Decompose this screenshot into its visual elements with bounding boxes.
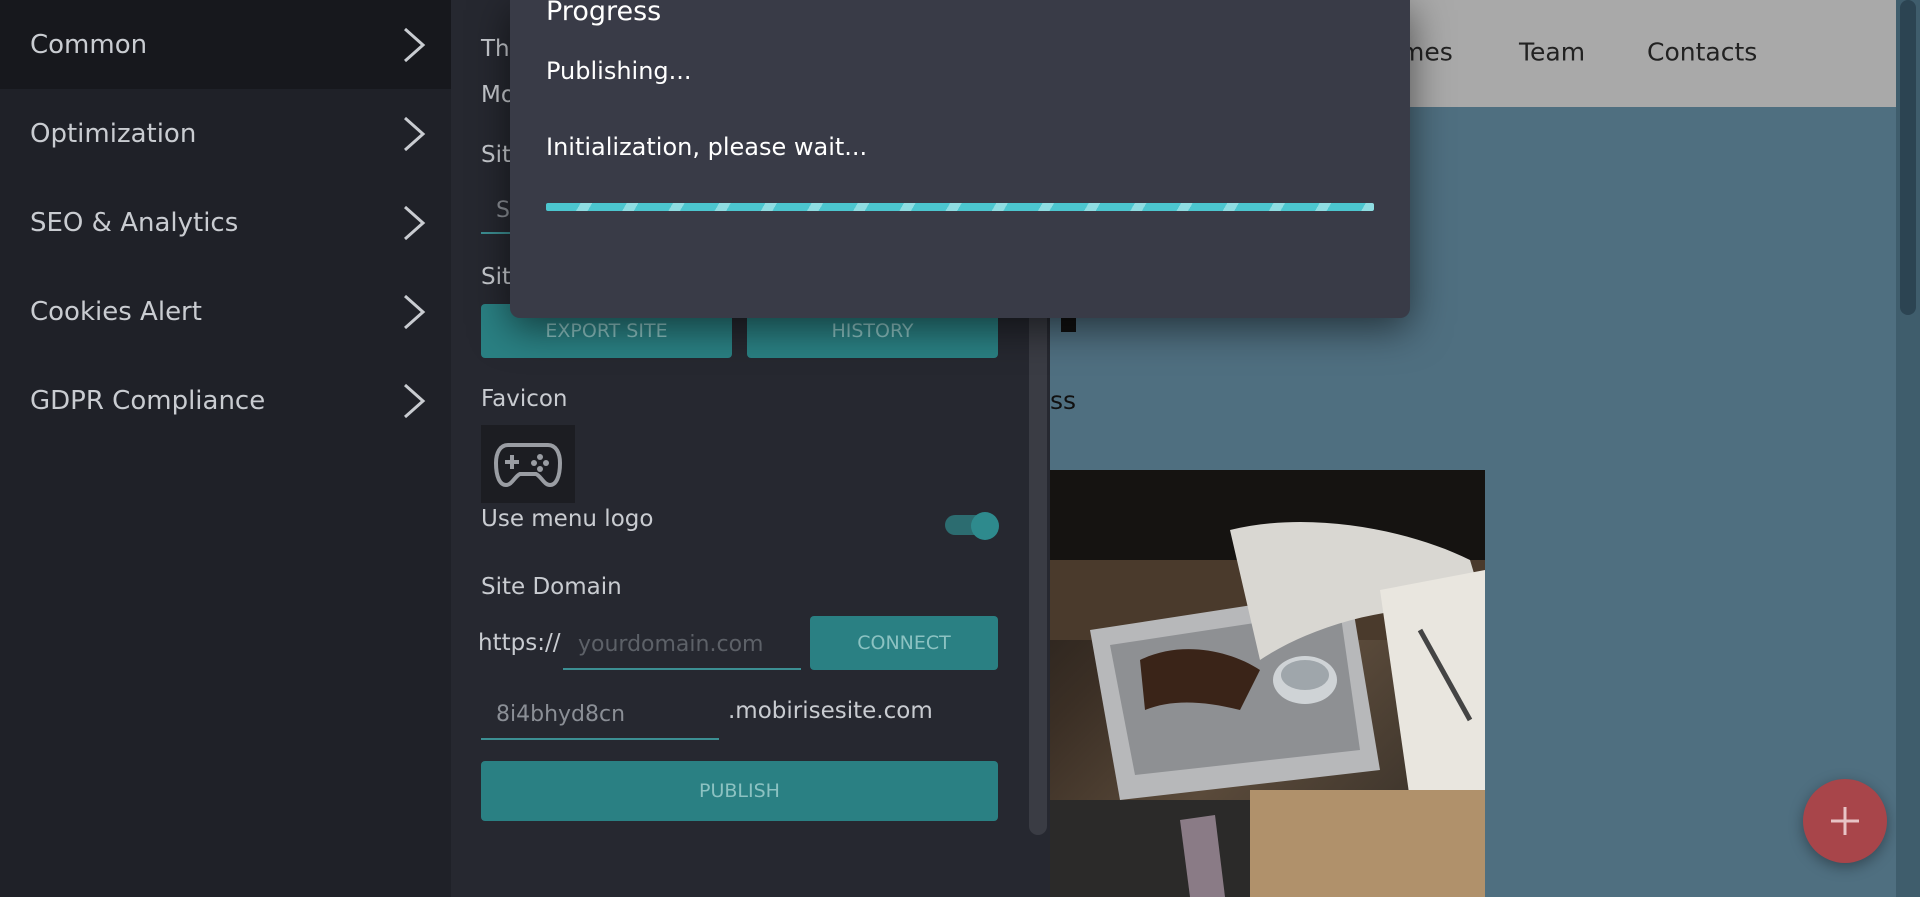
workspace-photo [1050, 470, 1485, 897]
input-value: S [496, 197, 510, 223]
sidebar-item-cookies-alert[interactable]: Cookies Alert [0, 267, 451, 356]
progress-bar [546, 203, 1374, 211]
publish-button[interactable]: PUBLISH [481, 761, 998, 821]
toggle-knob [971, 512, 999, 540]
progress-message: Initialization, please wait... [546, 133, 868, 161]
subdomain-suffix: .mobirisesite.com [728, 698, 933, 724]
domain-input[interactable]: yourdomain.com [563, 620, 801, 670]
partial-text: ss [1050, 386, 1077, 415]
publishing-status: Publishing... [546, 57, 692, 85]
sidebar-item-optimization[interactable]: Optimization [0, 89, 451, 178]
gamepad-icon [494, 443, 562, 488]
chevron-right-icon [404, 116, 426, 151]
favicon-label: Favicon [481, 386, 568, 412]
nav-link-contacts[interactable]: Contacts [1647, 38, 1757, 67]
favicon-picker[interactable] [481, 425, 575, 503]
sidebar-item-label: GDPR Compliance [30, 385, 266, 416]
progress-dialog: Progress Publishing... Initialization, p… [510, 0, 1410, 318]
sidebar-item-common[interactable]: Common [0, 0, 451, 89]
chevron-right-icon [404, 294, 426, 329]
input-placeholder: yourdomain.com [578, 631, 764, 657]
chevron-right-icon [404, 27, 426, 62]
subdomain-input[interactable]: 8i4bhyd8cn [481, 690, 719, 740]
dialog-title: Progress [546, 0, 662, 27]
input-value: 8i4bhyd8cn [496, 701, 626, 727]
sidebar-item-gdpr-compliance[interactable]: GDPR Compliance [0, 356, 451, 445]
sidebar-item-seo-analytics[interactable]: SEO & Analytics [0, 178, 451, 267]
preview-scrollbar[interactable] [1896, 0, 1920, 897]
plus-icon [1831, 807, 1859, 835]
settings-sidebar: Common Optimization SEO & Analytics Cook… [0, 0, 451, 897]
progress-fill [546, 203, 1374, 211]
https-prefix: https:// [478, 630, 561, 656]
sidebar-item-label: Optimization [30, 118, 197, 149]
site-domain-label: Site Domain [481, 574, 622, 600]
hero-image [1050, 470, 1485, 897]
scrollbar-thumb[interactable] [1900, 0, 1916, 315]
connect-button[interactable]: CONNECT [810, 616, 998, 670]
use-menu-logo-toggle[interactable] [945, 512, 999, 540]
use-menu-logo-label: Use menu logo [481, 506, 654, 532]
sidebar-item-label: Common [30, 29, 148, 60]
nav-link-team[interactable]: Team [1519, 38, 1585, 67]
sidebar-item-label: SEO & Analytics [30, 207, 239, 238]
sidebar-item-label: Cookies Alert [30, 296, 202, 327]
add-block-button[interactable] [1803, 779, 1887, 863]
chevron-right-icon [404, 383, 426, 418]
chevron-right-icon [404, 205, 426, 240]
